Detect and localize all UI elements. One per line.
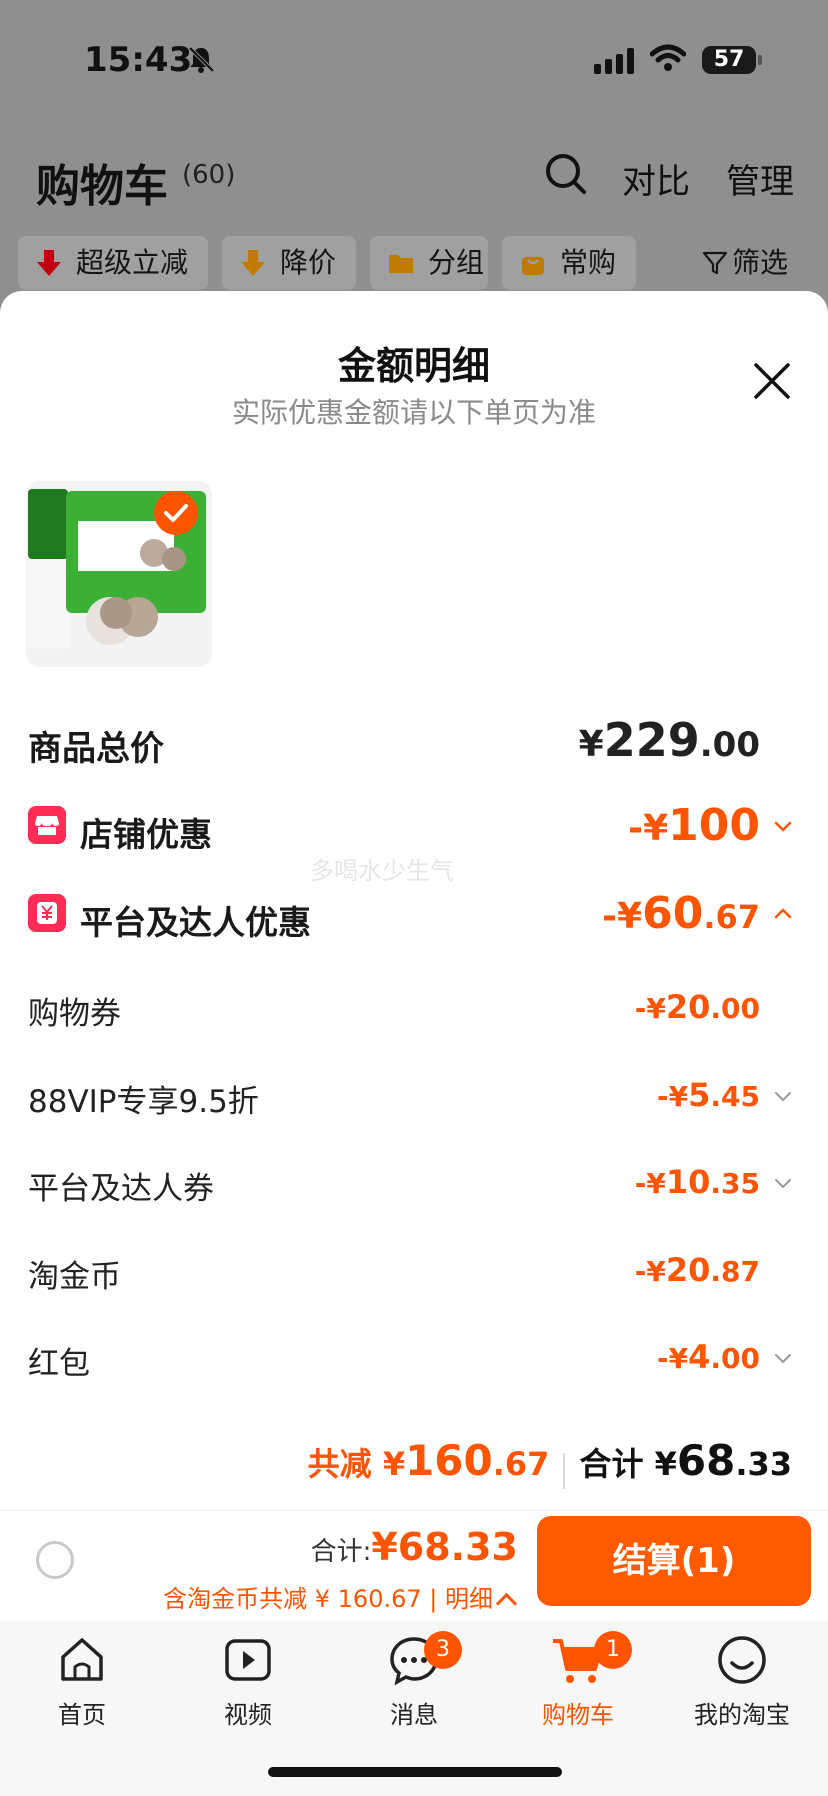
folder-icon (389, 255, 413, 273)
checkout-total: 合计:¥68.33 (310, 1525, 518, 1569)
chevron-up-icon[interactable] (774, 904, 792, 922)
amount-detail-sheet: 金额明细 实际优惠金额请以下单页为准 多喝水少生气 商品总价 ¥229.00 店… (0, 291, 828, 1621)
chip-group[interactable]: 分组 (370, 236, 488, 290)
select-all-checkbox[interactable] (36, 1541, 74, 1579)
tab-messages[interactable]: 消息 3 (344, 1631, 484, 1730)
cellular-signal-icon (594, 48, 634, 74)
product-image (26, 481, 212, 667)
chevron-up-icon (495, 1592, 518, 1615)
message-badge: 3 (424, 1631, 462, 1669)
page-title: 购物车 (36, 161, 168, 212)
battery-indicator: 57 (702, 46, 756, 74)
chevron-down-icon[interactable] (774, 1175, 792, 1193)
wifi-icon (650, 44, 686, 71)
search-icon[interactable] (544, 152, 588, 196)
checkout-bar: 合计:¥68.33 含淘金币共减 ¥ 160.67 | 明细 结算(1) (0, 1510, 828, 1621)
status-time: 15:43 (84, 40, 193, 80)
cart-badge: 1 (594, 1631, 632, 1669)
chevron-down-icon[interactable] (774, 818, 792, 836)
arrow-down-orange-icon (241, 250, 265, 276)
cart-item-count: (60) (182, 160, 236, 190)
amount-88vip: -¥5.45 (657, 1076, 760, 1114)
amount-goods-total: ¥229.00 (578, 713, 760, 767)
sheet-grand-total: 合计 ¥68.33 (579, 1436, 792, 1485)
watermark: 多喝水少生气 (310, 857, 454, 885)
shop-icon (28, 806, 66, 844)
filter-icon (702, 251, 728, 275)
tab-cart[interactable]: 购物车 1 (508, 1631, 648, 1730)
amount-shopping-coupon: -¥20.00 (634, 988, 760, 1026)
chip-filter[interactable]: 筛选 (684, 236, 818, 290)
chip-price-drop[interactable]: 降价 (222, 236, 356, 290)
tab-video[interactable]: 视频 (178, 1631, 318, 1730)
bell-muted-icon (188, 46, 215, 73)
tab-my-taobao[interactable]: 我的淘宝 (672, 1631, 812, 1730)
status-bar: 15:43 57 (0, 0, 828, 120)
home-indicator (268, 1767, 562, 1777)
arrow-down-red-icon (37, 250, 61, 276)
total-savings: 共减 ¥160.67 (307, 1436, 550, 1485)
detail-toggle-link[interactable]: 含淘金币共减 ¥ 160.67 | 明细 (163, 1579, 518, 1615)
video-icon (225, 1639, 271, 1681)
yen-tag-icon (28, 894, 66, 932)
tab-home[interactable]: 首页 (12, 1631, 152, 1730)
amount-summary: 共减 ¥160.67 合计 ¥68.33 (308, 1436, 792, 1489)
cart-header: 购物车 (60) 对比 管理 超级立减 降价 分组 常购 筛选 (0, 120, 828, 290)
manage-button[interactable]: 管理 (726, 154, 794, 203)
sheet-subtitle: 实际优惠金额请以下单页为准 (231, 396, 596, 429)
product-thumbnail[interactable] (26, 481, 212, 667)
battery-nub (758, 55, 762, 65)
chip-super-discount[interactable]: 超级立减 (18, 236, 208, 290)
home-icon (61, 1638, 103, 1681)
bag-icon (522, 257, 544, 275)
amount-platform-discount: -¥60.67 (602, 888, 760, 939)
close-icon[interactable] (752, 361, 792, 401)
chevron-down-icon[interactable] (774, 1088, 792, 1106)
amount-red-packet: -¥4.00 (657, 1338, 760, 1376)
sheet-title: 金额明细 (337, 344, 490, 388)
chip-frequent[interactable]: 常购 (502, 236, 636, 290)
compare-button[interactable]: 对比 (622, 154, 690, 203)
chevron-down-icon[interactable] (774, 1350, 792, 1368)
filter-chips: 超级立减 降价 分组 常购 筛选 (18, 236, 818, 290)
divider (563, 1452, 566, 1489)
amount-platform-coupon: -¥10.35 (634, 1163, 760, 1201)
profile-icon (718, 1636, 766, 1684)
amount-taobao-coins: -¥20.87 (634, 1251, 760, 1289)
amount-shop-discount: -¥100 (628, 800, 760, 851)
checkout-button[interactable]: 结算(1) (537, 1516, 811, 1606)
